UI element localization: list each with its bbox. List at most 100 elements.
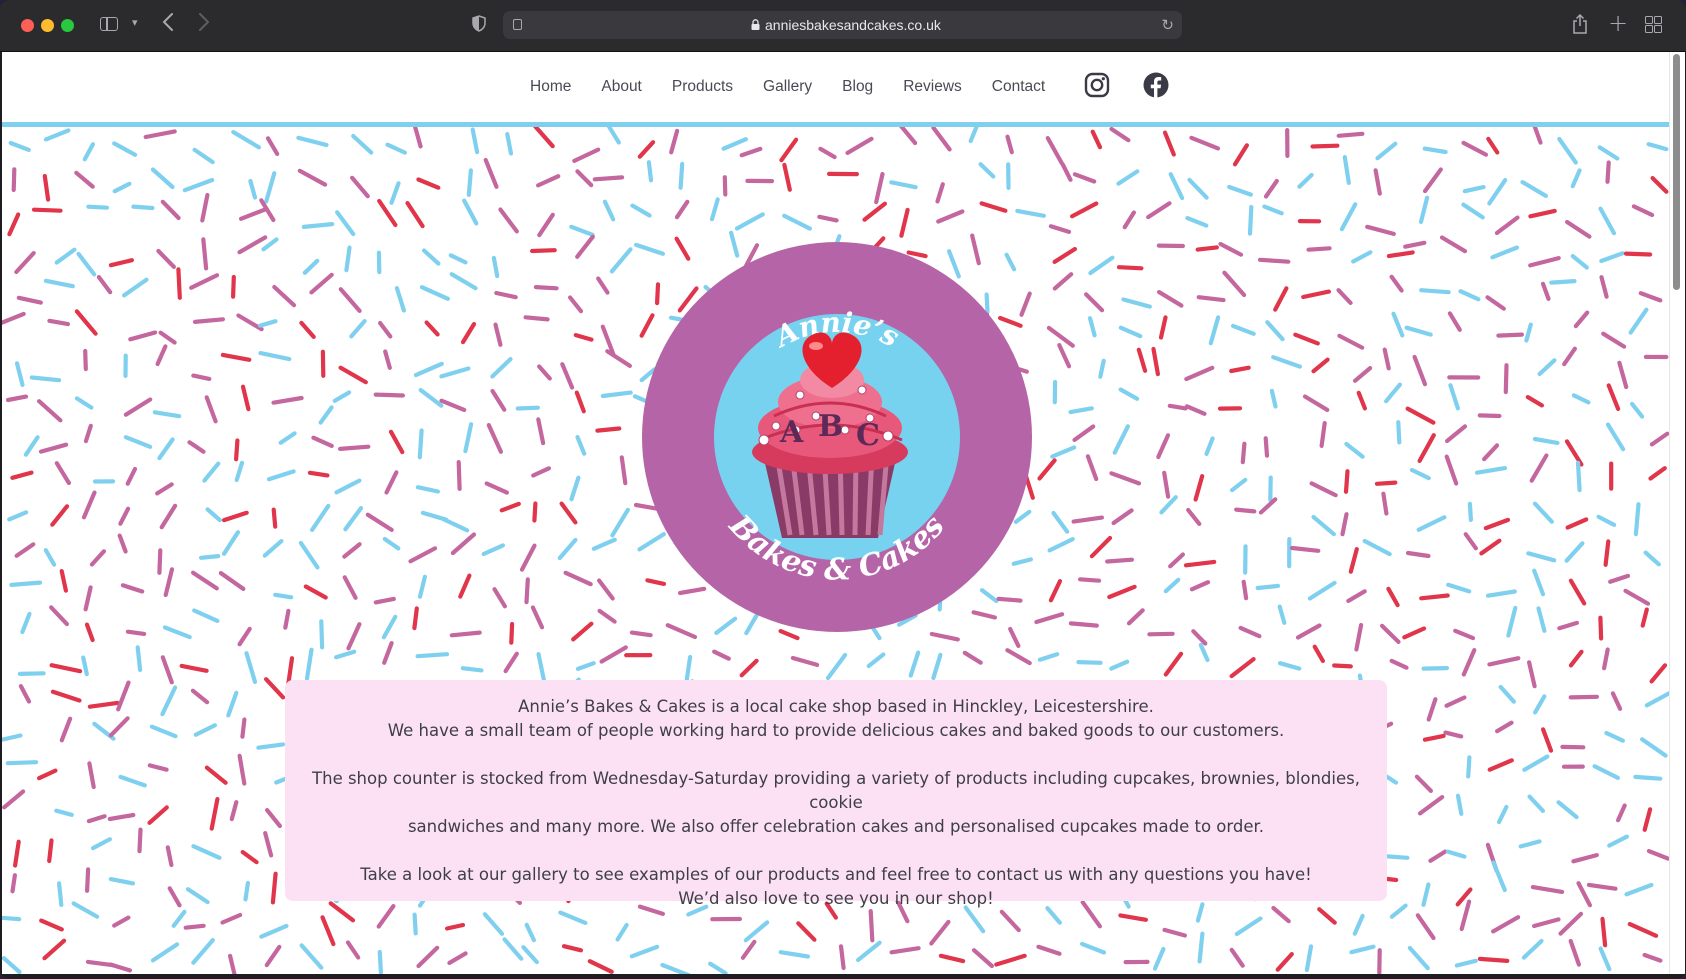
sprinkle	[1343, 469, 1350, 494]
chevron-down-icon[interactable]: ▾	[132, 17, 138, 28]
sprinkle	[179, 663, 209, 673]
sprinkle	[1311, 357, 1330, 374]
sprinkle	[59, 716, 73, 743]
sprinkle	[1486, 136, 1500, 155]
sprinkle	[817, 214, 839, 223]
sprinkle	[1289, 545, 1321, 553]
sprinkle	[76, 251, 97, 277]
sprinkle	[1564, 541, 1585, 563]
sprinkle	[1415, 913, 1436, 941]
sprinkle	[155, 344, 168, 367]
sprinkle	[1592, 764, 1621, 781]
sprinkle	[1608, 573, 1631, 584]
new-tab-icon[interactable]: +	[1608, 11, 1628, 35]
sprinkle	[502, 937, 524, 961]
sprinkle	[609, 247, 633, 274]
sprinkle	[311, 435, 334, 448]
sprinkle	[575, 435, 587, 456]
sprinkle	[660, 962, 692, 974]
logo-letter-a: A	[779, 415, 804, 450]
sprinkle	[529, 248, 557, 254]
sprinkle	[424, 320, 440, 337]
nav-products-link[interactable]: Products	[672, 78, 733, 96]
close-window-button[interactable]	[21, 19, 34, 32]
sprinkle	[1336, 131, 1365, 138]
nav-contact-link[interactable]: Contact	[992, 78, 1045, 96]
sprinkle	[222, 510, 249, 523]
sprinkle	[1483, 517, 1511, 531]
sprinkle	[1293, 332, 1320, 346]
minimize-window-button[interactable]	[41, 19, 54, 32]
sprinkle	[1549, 279, 1577, 285]
sprinkle	[50, 504, 70, 527]
sprinkle	[1421, 882, 1431, 907]
address-bar[interactable]: anniesbakesandcakes.co.uk ↻	[503, 11, 1182, 39]
annies-bakes-cakes-logo[interactable]: Annie’s Bakes & Cakes A B C	[640, 240, 1034, 634]
sprinkle	[490, 388, 507, 412]
scrollbar-thumb[interactable]	[1673, 54, 1680, 290]
zoom-window-button[interactable]	[61, 19, 74, 32]
nav-gallery-link[interactable]: Gallery	[763, 78, 812, 96]
reload-icon[interactable]: ↻	[1161, 16, 1174, 34]
nav-reviews-link[interactable]: Reviews	[903, 78, 962, 96]
sprinkle	[629, 944, 660, 959]
sprinkle	[231, 274, 236, 299]
share-icon[interactable]	[1572, 14, 1588, 34]
sprinkle	[342, 575, 358, 600]
sprinkle	[1525, 395, 1545, 408]
privacy-shield-icon[interactable]	[472, 15, 486, 32]
sprinkle	[218, 571, 246, 591]
sprinkle	[163, 567, 175, 598]
sprinkle	[492, 587, 507, 609]
sidebar-toggle-icon[interactable]	[100, 17, 118, 31]
nav-blog-link[interactable]: Blog	[842, 78, 873, 96]
sprinkle	[494, 290, 518, 300]
sprinkle	[1048, 579, 1063, 603]
sprinkle	[271, 395, 304, 405]
sprinkle	[1568, 649, 1584, 668]
nav-about-link[interactable]: About	[601, 78, 642, 96]
url-text[interactable]: anniesbakesandcakes.co.uk	[765, 17, 941, 33]
sprinkle	[1532, 694, 1547, 715]
sprinkle	[1304, 944, 1314, 973]
sprinkle	[1444, 454, 1459, 486]
sprinkle	[1642, 952, 1663, 963]
sprinkle	[220, 352, 252, 362]
sprinkle	[238, 207, 267, 221]
sprinkle	[1518, 839, 1542, 849]
sprinkle	[674, 199, 690, 220]
sprinkle	[1271, 355, 1303, 369]
instagram-icon[interactable]	[1084, 72, 1110, 98]
sprinkle	[1418, 195, 1430, 225]
sprinkle	[669, 128, 680, 155]
tab-overview-icon[interactable]	[1645, 16, 1662, 33]
nav-home-link[interactable]: Home	[530, 78, 571, 96]
page-settings-icon[interactable]	[513, 19, 522, 30]
sprinkle	[572, 147, 601, 164]
sprinkle	[47, 838, 54, 864]
sprinkle	[1617, 360, 1629, 390]
sprinkle	[16, 295, 43, 305]
sprinkle	[198, 554, 221, 560]
back-button[interactable]	[162, 13, 174, 36]
sprinkle	[243, 880, 250, 902]
sprinkle	[160, 685, 178, 717]
sprinkle	[11, 167, 17, 193]
sprinkle	[200, 192, 210, 223]
sprinkle	[1461, 202, 1485, 220]
sprinkle	[503, 651, 519, 674]
sprinkle	[377, 198, 398, 228]
sprinkle	[1570, 168, 1582, 189]
sprinkle	[318, 405, 334, 425]
sprinkle	[234, 460, 245, 483]
facebook-icon[interactable]	[1143, 72, 1169, 98]
sprinkle	[1466, 755, 1472, 779]
sprinkle	[83, 348, 88, 372]
intro-line-1: Annie’s Bakes & Cakes is a local cake sh…	[518, 697, 1154, 716]
sprinkle	[1526, 660, 1537, 689]
sprinkle	[56, 881, 64, 908]
sprinkle	[412, 606, 419, 631]
sprinkle	[149, 724, 178, 739]
forward-button[interactable]	[198, 13, 210, 36]
sprinkle	[74, 309, 98, 336]
